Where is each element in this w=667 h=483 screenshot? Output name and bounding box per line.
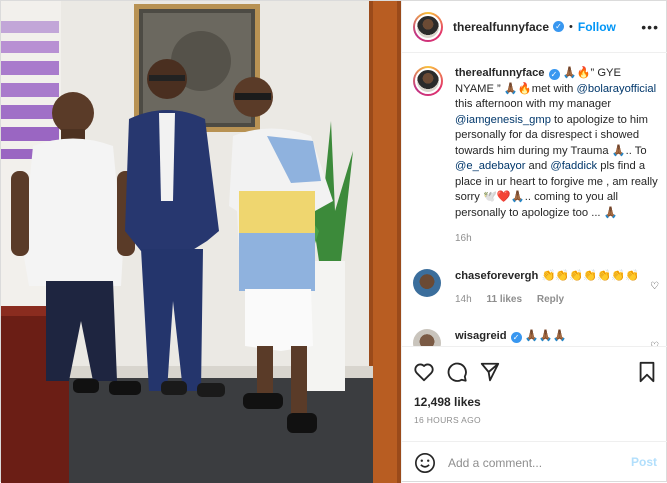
post-comment-button[interactable]: Post [631,455,657,469]
emoji-icon[interactable] [414,452,436,474]
comment-meta: 14h 11 likes Reply [455,292,645,307]
like-heart-icon[interactable] [413,361,435,383]
comment-username[interactable]: wisagreid [455,330,507,342]
window-blind [1,21,59,159]
comment: chaseforevergh 👏👏👏👏👏👏👏 14h 11 likes Repl… [413,269,663,307]
caption-time[interactable]: 16h [455,231,663,247]
verified-badge-icon: ✓ [548,69,560,80]
save-bookmark-icon[interactable] [636,361,658,383]
comment-input[interactable] [448,455,618,470]
comment-username[interactable]: chaseforevergh [455,270,538,282]
verified-badge-icon: ✓ [553,21,565,32]
avatar[interactable] [413,11,443,42]
comment-bubble-icon[interactable] [446,361,468,383]
comment-text: 🙏🏾🙏🏾🙏🏾 [524,330,567,342]
instagram-post: therealfunnyface ✓ • Follow ••• therealf… [0,0,667,483]
caption-body: therealfunnyface ✓ 🙏🏾🔥” GYE NYAME ” 🙏🏾🔥me… [455,66,663,247]
post-header: therealfunnyface ✓ • Follow ••• [402,1,667,53]
like-count[interactable]: 12,498 likes [414,395,481,409]
comment: wisagreid✓ 🙏🏾🙏🏾🙏🏾 ♡ [413,329,663,346]
caption-text: this afternoon with my manager [455,98,612,110]
comment-body: chaseforevergh 👏👏👏👏👏👏👏 14h 11 likes Repl… [455,269,645,307]
comment-time[interactable]: 14h [455,294,472,305]
header-username[interactable]: therealfunnyface [453,20,549,34]
caption: therealfunnyface ✓ 🙏🏾🔥” GYE NYAME ” 🙏🏾🔥me… [413,66,663,247]
comment-avatar[interactable] [413,269,441,297]
mention-link[interactable]: @iamgenesis_gmp [455,114,551,126]
comment-avatar[interactable] [413,329,441,346]
photo-scene [1,1,401,483]
follow-button[interactable]: Follow [578,20,616,34]
action-bar [402,346,667,396]
caption-avatar[interactable] [413,66,443,96]
mention-link[interactable]: @e_adebayor [455,160,525,172]
caption-username[interactable]: therealfunnyface [455,67,545,79]
post-timestamp[interactable]: 16 HOURS AGO [414,415,481,425]
mention-link[interactable]: @bolarayofficial [577,83,657,95]
reply-button[interactable]: Reply [537,294,564,305]
separator-dot: • [569,20,573,33]
comment-text: 👏👏👏👏👏👏👏 [541,270,639,282]
comment-body: wisagreid ✓ 🙏🏾🙏🏾🙏🏾 [455,329,645,346]
caption-text: and [525,160,551,172]
share-send-icon[interactable] [479,361,501,383]
mention-link[interactable]: @faddick [550,160,597,172]
add-comment-bar: Post [402,441,667,483]
comment-like-icon[interactable]: ♡ [650,281,659,292]
more-options-icon[interactable]: ••• [641,19,659,35]
comment-likes[interactable]: 11 likes [486,294,522,305]
post-side-panel: therealfunnyface ✓ • Follow ••• therealf… [401,1,667,483]
comments-section[interactable]: therealfunnyface ✓ 🙏🏾🔥” GYE NYAME ” 🙏🏾🔥me… [402,54,667,346]
verified-badge-icon: ✓ [510,332,522,343]
post-photo[interactable] [1,1,401,483]
